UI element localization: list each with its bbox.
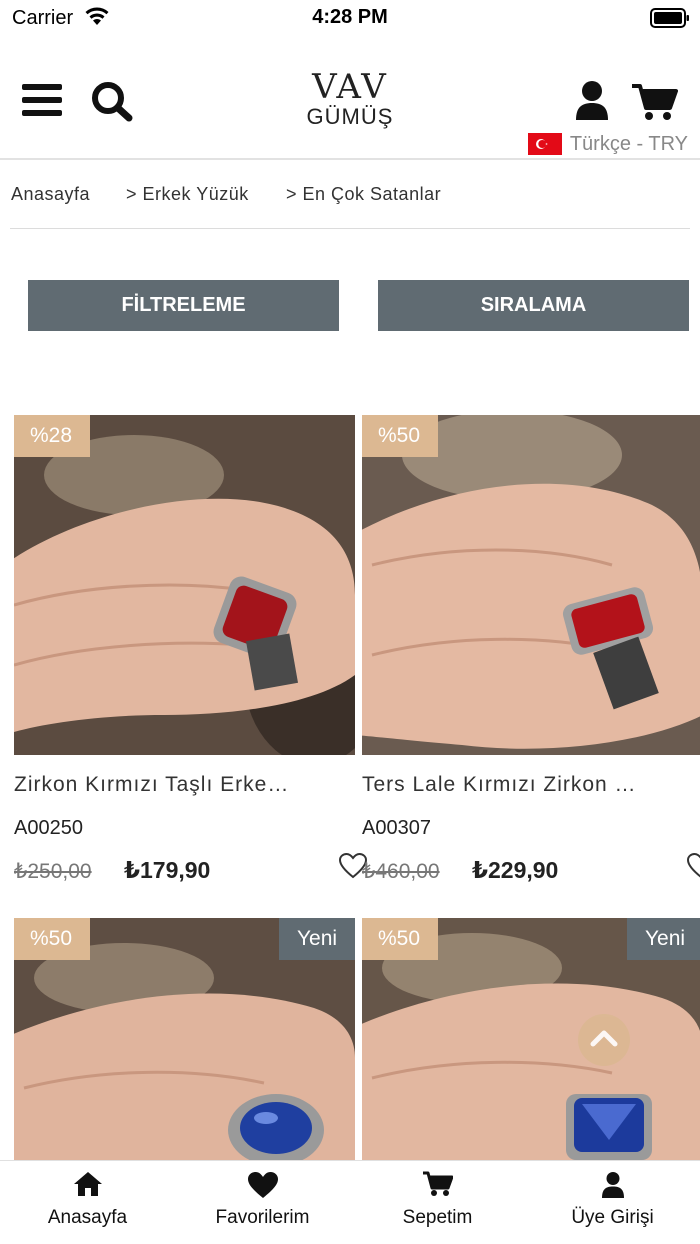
nav-item-favorites[interactable]: Favorilerim [175,1161,350,1244]
sale-price: ₺229,90 [472,857,559,883]
heart-icon [175,1171,350,1199]
turkey-flag-icon [527,133,562,155]
product-code: A00307 [362,817,431,839]
discount-badge: %50 [362,918,438,960]
old-price: ₺460,00 [362,860,440,883]
product-image[interactable] [362,415,700,755]
language-label: Türkçe - TRY [569,132,688,155]
scroll-to-top-button[interactable] [578,1014,630,1066]
search-icon[interactable] [90,80,134,122]
sale-price: ₺179,90 [124,857,211,883]
product-code: A00250 [14,817,83,839]
menu-icon[interactable] [22,82,62,118]
status-bar: Carrier 4:28 PM [0,0,700,36]
breadcrumb-divider [10,228,690,229]
nav-item-home[interactable]: Anasayfa [0,1161,175,1244]
discount-badge: %50 [14,918,90,960]
nav-item-login[interactable]: Üye Girişi [525,1161,700,1244]
logo-mark: VAV [312,67,388,107]
cart-icon [350,1171,525,1199]
chevron-up-icon [590,1030,618,1047]
language-selector[interactable]: Türkçe - TRY [527,132,688,156]
home-icon [0,1171,175,1199]
discount-badge: %50 [362,415,438,457]
new-badge: Yeni [279,918,355,960]
breadcrumb-en-cok-satanlar[interactable]: > En Çok Satanlar [286,184,441,205]
bottom-nav: Anasayfa Favorilerim Sepetim Üye Girişi [0,1160,700,1244]
new-badge: Yeni [627,918,700,960]
clock-label: 4:28 PM [312,6,388,28]
nav-item-cart[interactable]: Sepetim [350,1161,525,1244]
product-image[interactable] [14,415,355,755]
brand-logo[interactable]: VAV GÜMÜŞ [300,70,400,140]
product-name[interactable]: Zirkon Kırmızı Taşlı Erke… [14,773,314,797]
discount-badge: %28 [14,415,90,457]
user-icon[interactable] [574,80,610,122]
product-name[interactable]: Ters Lale Kırmızı Zirkon … [362,773,662,797]
breadcrumb: Anasayfa > Erkek Yüzük > En Çok Satanlar [0,160,700,230]
logo-text: GÜMÜŞ [306,104,394,129]
breadcrumb-erkek-yuzuk[interactable]: > Erkek Yüzük [126,184,249,205]
old-price: ₺250,00 [14,860,92,883]
battery-icon [650,8,690,28]
nav-label: Favorilerim [215,1207,310,1228]
nav-label: Anasayfa [47,1207,128,1228]
app-header: VAV GÜMÜŞ Türkçe - TRY [0,36,700,160]
favorite-heart-icon[interactable] [686,852,700,879]
filter-button[interactable]: FİLTRELEME [28,280,339,331]
user-icon [525,1171,700,1199]
sort-button[interactable]: SIRALAMA [378,280,689,331]
nav-label: Sepetim [402,1207,473,1228]
nav-label: Üye Girişi [571,1207,654,1228]
cart-icon[interactable] [632,82,678,122]
breadcrumb-home[interactable]: Anasayfa [11,184,90,205]
